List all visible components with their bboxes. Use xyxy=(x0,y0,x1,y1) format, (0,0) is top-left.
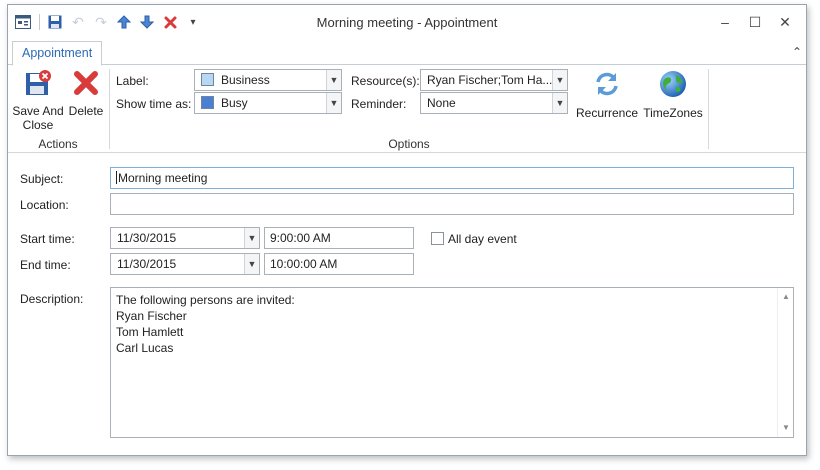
window-controls: – ☐ ✕ xyxy=(710,10,800,34)
label-combo[interactable]: Business ▼ xyxy=(194,69,342,91)
end-time-value: 10:00:00 AM xyxy=(270,257,338,271)
description-line: The following persons are invited: xyxy=(116,293,295,307)
label-caption: Label: xyxy=(116,74,149,88)
recurrence-icon xyxy=(576,69,638,102)
chevron-down-icon[interactable]: ▼ xyxy=(244,228,259,248)
label-color-swatch xyxy=(201,73,214,86)
reminder-caption: Reminder: xyxy=(351,97,407,111)
window-title: Morning meeting - Appointment xyxy=(316,15,498,30)
all-day-checkbox[interactable] xyxy=(431,232,444,245)
delete-label: Delete xyxy=(68,104,104,118)
start-time-label: Start time: xyxy=(20,232,75,246)
scroll-up-icon[interactable]: ▲ xyxy=(778,290,794,304)
subject-label: Subject: xyxy=(20,172,64,186)
reminder-combo[interactable]: None ▼ xyxy=(420,92,568,114)
delete-big-icon xyxy=(66,69,106,100)
all-day-label: All day event xyxy=(448,232,517,246)
end-time-input[interactable]: 10:00:00 AM xyxy=(264,253,414,275)
subject-input[interactable]: Morning meeting xyxy=(110,167,794,189)
show-time-as-value: Busy xyxy=(221,96,248,110)
busy-color-swatch xyxy=(201,96,214,109)
minimize-button[interactable]: – xyxy=(710,10,740,34)
scroll-down-icon[interactable]: ▼ xyxy=(778,421,794,435)
location-input[interactable] xyxy=(110,193,794,215)
collapse-ribbon-icon[interactable]: ⌃ xyxy=(792,45,802,59)
reminder-value: None xyxy=(427,96,456,110)
start-date-value: 11/30/2015 xyxy=(117,231,177,245)
save-and-close-button[interactable]: Save And Close xyxy=(12,69,64,132)
group-separator xyxy=(708,69,709,149)
tab-appointment[interactable]: Appointment xyxy=(12,41,103,66)
start-time-value: 9:00:00 AM xyxy=(270,231,331,245)
timezones-button[interactable]: TimeZones xyxy=(642,69,704,120)
globe-icon xyxy=(642,69,704,102)
resources-caption: Resource(s): xyxy=(351,74,420,88)
chevron-down-icon[interactable]: ▼ xyxy=(552,93,567,113)
end-date-picker[interactable]: 11/30/2015 ▼ xyxy=(110,253,260,275)
start-date-picker[interactable]: 11/30/2015 ▼ xyxy=(110,227,260,249)
text-caret xyxy=(116,171,117,184)
options-group: Label: Business ▼ Show time as: Busy ▼ R… xyxy=(110,65,708,153)
close-button[interactable]: ✕ xyxy=(770,10,800,34)
resources-combo[interactable]: Ryan Fischer;Tom Ha... ▼ xyxy=(420,69,568,91)
chevron-down-icon[interactable]: ▼ xyxy=(244,254,259,274)
subject-value: Morning meeting xyxy=(118,171,208,185)
options-group-label: Options xyxy=(388,137,430,151)
description-line: Carl Lucas xyxy=(116,341,174,355)
recurrence-button[interactable]: Recurrence xyxy=(576,69,638,120)
save-and-close-label: Save And Close xyxy=(12,104,64,132)
show-time-as-caption: Show time as: xyxy=(116,97,192,111)
end-date-value: 11/30/2015 xyxy=(117,257,177,271)
title-bar: ↶ ↷ ▾ Morning meeting - Appointment – ☐ … xyxy=(8,5,806,39)
actions-group-label: Actions xyxy=(38,137,78,151)
location-label: Location: xyxy=(20,198,69,212)
timezones-label: TimeZones xyxy=(643,106,703,120)
delete-button[interactable]: Delete xyxy=(66,69,106,118)
chevron-down-icon[interactable]: ▼ xyxy=(326,70,341,90)
actions-group: Save And Close Delete Actions xyxy=(8,65,108,153)
recurrence-label: Recurrence xyxy=(576,106,639,120)
resources-value: Ryan Fischer;Tom Ha... xyxy=(427,73,553,87)
save-and-close-icon xyxy=(12,69,64,100)
description-line: Ryan Fischer xyxy=(116,309,187,323)
description-line: Tom Hamlett xyxy=(116,325,184,339)
start-time-input[interactable]: 9:00:00 AM xyxy=(264,227,414,249)
chevron-down-icon[interactable]: ▼ xyxy=(552,70,567,90)
label-value: Business xyxy=(221,73,270,87)
show-time-as-combo[interactable]: Busy ▼ xyxy=(194,92,342,114)
description-textarea[interactable]: The following persons are invited: Ryan … xyxy=(110,287,794,438)
ribbon: Save And Close Delete Actions Label: Bus… xyxy=(8,65,806,153)
description-label: Description: xyxy=(20,292,84,306)
appointment-window: ↶ ↷ ▾ Morning meeting - Appointment – ☐ … xyxy=(7,4,807,456)
end-time-label: End time: xyxy=(20,258,71,272)
description-scrollbar[interactable]: ▲ ▼ xyxy=(777,288,793,437)
ribbon-tabs: Appointment ⌃ xyxy=(8,41,806,66)
maximize-button[interactable]: ☐ xyxy=(740,10,770,34)
chevron-down-icon[interactable]: ▼ xyxy=(326,93,341,113)
